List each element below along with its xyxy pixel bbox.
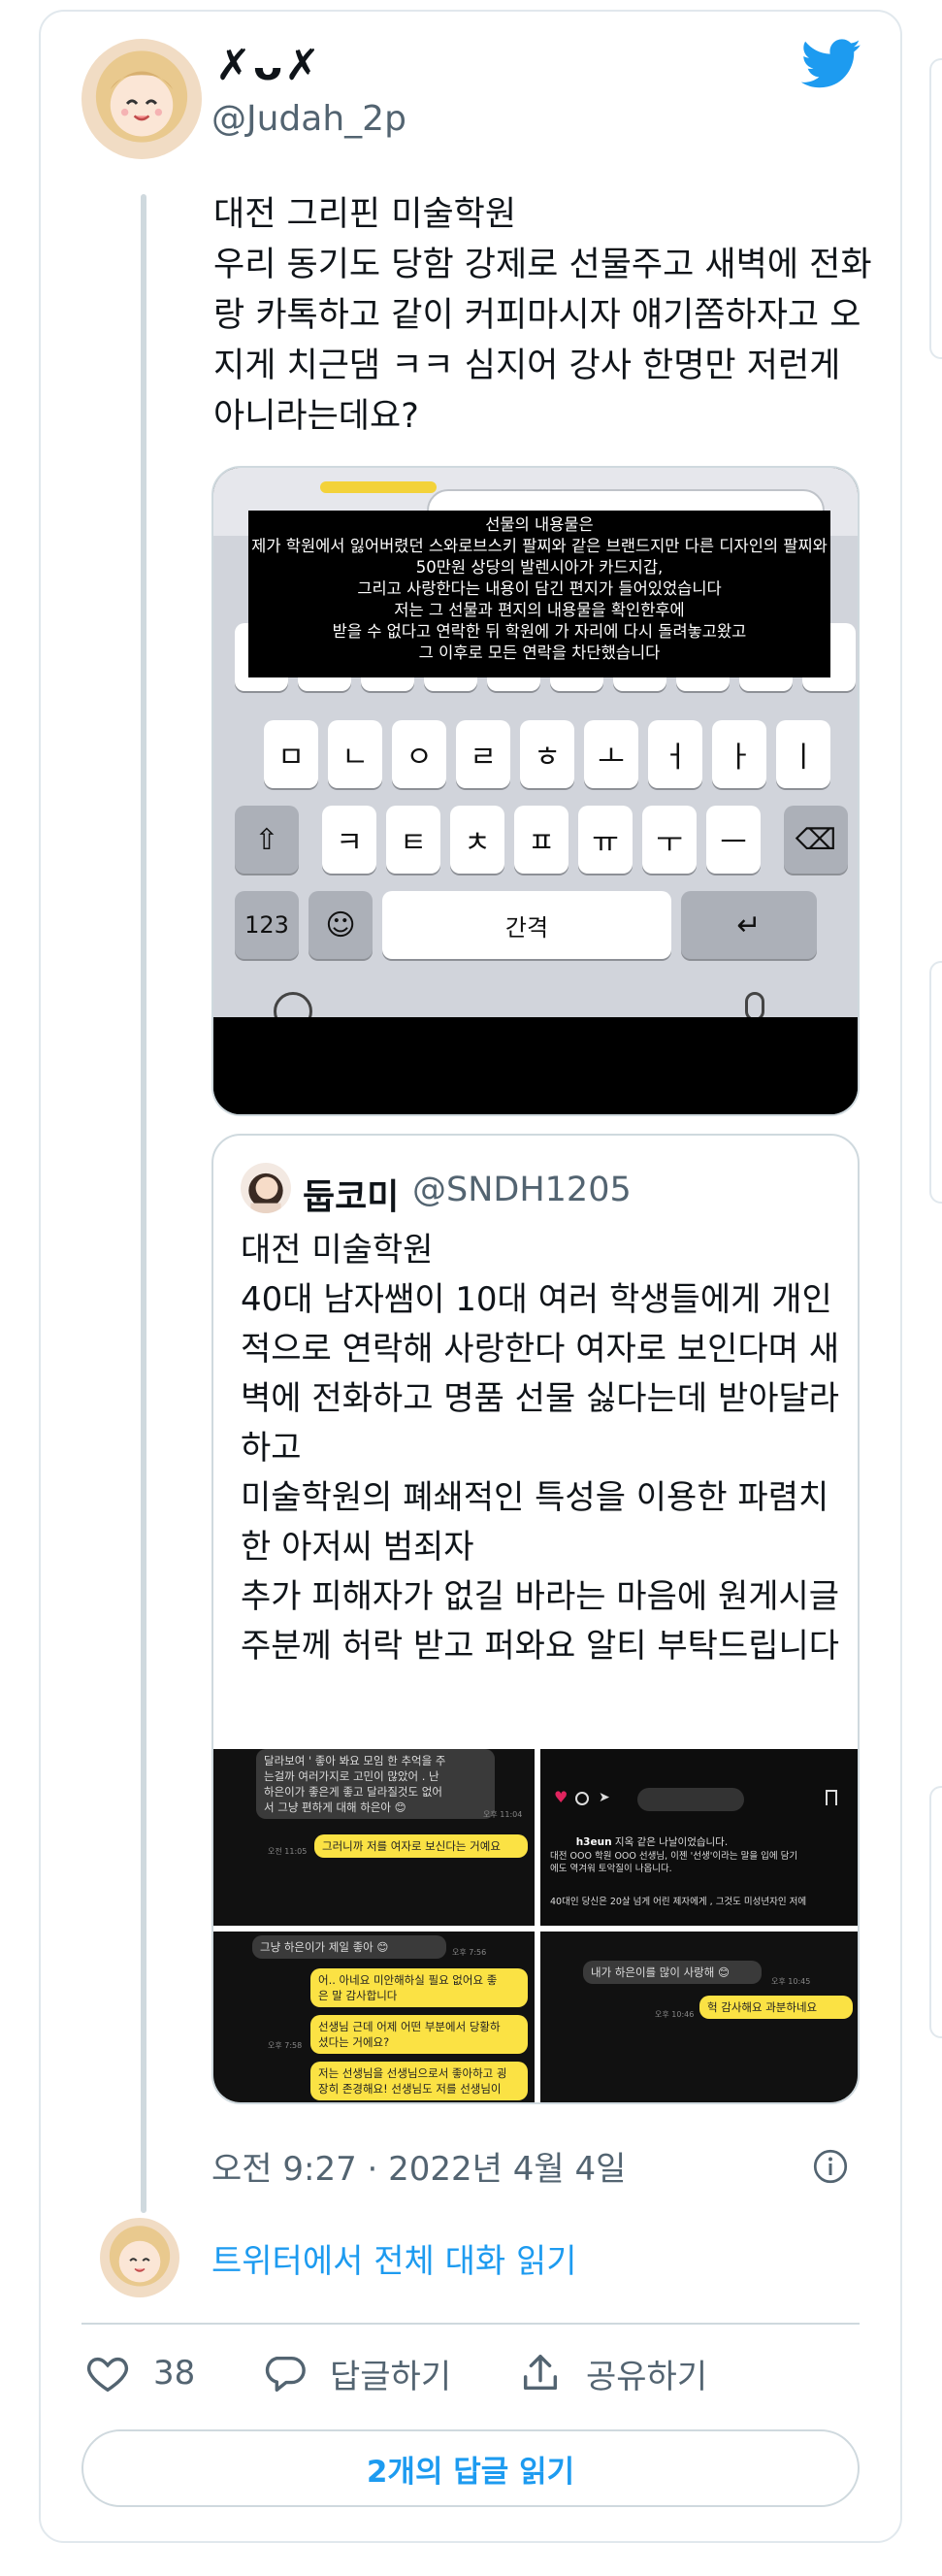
instagram-username: h3eun <box>575 1836 612 1848</box>
emoji-key: ☺ <box>309 891 373 959</box>
caption-overlay: 선물의 내용물은 제가 학원에서 잃어버렸던 스와로브스키 팔찌와 같은 브랜드… <box>248 511 830 677</box>
key: ㅊ <box>450 806 504 874</box>
keyboard-screenshot: ㅁ ㄴ ㅇ ㄹ ㅎ ㅗ ㅓ ㅏ ㅣ ⇧ ㅋ ㅌ ㅊ ㅍ ㅠ ㅜ ㅡ ⌫ 123 … <box>213 468 858 1031</box>
quoted-display-name[interactable]: 둡코미 <box>303 1169 399 1219</box>
key: ㅣ <box>776 720 830 788</box>
read-full-conversation-link[interactable]: 트위터에서 전체 대화 읽기 <box>211 2234 577 2282</box>
chat-bubble-sent: 선생님 근데 어제 어떤 부분에서 당황하 셨다는 거에요? <box>310 2015 528 2054</box>
quoted-tweet[interactable]: 둡코미 @SNDH1205 대전 미술학원 40대 남자쌤이 10대 여러 학생… <box>211 1134 860 2104</box>
redacted-block <box>637 1788 744 1811</box>
next-card-edge <box>929 961 942 1204</box>
bookmark-icon <box>826 1790 837 1805</box>
chat-screenshot[interactable]: 달라보여 ' 좋아 봐요 모임 한 추억을 주 는걸까 여러가지로 고민이 많았… <box>213 1749 535 1926</box>
chat-bubble-sent: 저는 선생님을 선생님으로서 좋아하고 굉 장히 존경해요! 선생님도 저를 선… <box>310 2062 528 2100</box>
reply-icon <box>265 2356 306 2392</box>
key: ㅠ <box>578 806 633 874</box>
info-icon[interactable] <box>813 2149 848 2184</box>
key: ㅗ <box>584 720 638 788</box>
shift-key: ⇧ <box>235 806 299 874</box>
key: ㅁ <box>264 720 318 788</box>
key: ㅎ <box>520 720 574 788</box>
chat-bubble-received: 달라보여 ' 좋아 봐요 모임 한 추억을 주 는걸까 여러가지로 고민이 많았… <box>256 1749 495 1819</box>
avatar[interactable] <box>100 2218 179 2297</box>
read-replies-button[interactable]: 2개의 답글 읽기 <box>81 2429 860 2507</box>
space-key: 간격 <box>382 891 671 959</box>
quoted-handle[interactable]: @SNDH1205 <box>412 1171 632 1209</box>
reply-label: 답글하기 <box>330 2357 452 2396</box>
key: ㅡ <box>706 806 761 874</box>
chat-bubble-received: 내가 하은이를 많이 사랑해 😊 <box>583 1961 762 1984</box>
author-handle[interactable]: @Judah_2p <box>211 99 406 139</box>
key: ㅋ <box>322 806 376 874</box>
like-count: 38 <box>153 2354 196 2393</box>
chat-time: 오후 11:04 <box>483 1810 523 1819</box>
comment-icon <box>575 1792 589 1805</box>
twitter-bird-icon[interactable] <box>801 39 861 89</box>
number-key: 123 <box>235 891 299 959</box>
key: ㅌ <box>386 806 440 874</box>
chat-time: 오후 7:56 <box>452 1948 487 1957</box>
chat-screenshot[interactable]: 내가 하은이를 많이 사랑해 😊 오후 10:45 헉 감사해요 과분하네요 오… <box>540 1932 858 2102</box>
key: ㅓ <box>648 720 702 788</box>
key: ㄹ <box>456 720 510 788</box>
image-letterbox <box>213 1017 858 1114</box>
backspace-key: ⌫ <box>784 806 848 874</box>
divider <box>81 2323 860 2325</box>
reply-button[interactable]: 답글하기 <box>262 2347 451 2399</box>
instagram-screenshot[interactable]: ♥ ➤ h3eun 지옥 같은 나날이었습니다. 대전 OOO 학원 OOO 선… <box>540 1749 858 1926</box>
thread-line <box>141 194 146 2213</box>
chat-bubble-sent: 헉 감사해요 과분하네요 <box>699 1996 853 2019</box>
quoted-media-grid[interactable]: 달라보여 ' 좋아 봐요 모임 한 추억을 주 는걸까 여러가지로 고민이 많았… <box>213 1749 858 2102</box>
send-icon: ➤ <box>599 1790 610 1805</box>
key: ㅇ <box>392 720 446 788</box>
tweet-media-image[interactable]: ㅁ ㄴ ㅇ ㄹ ㅎ ㅗ ㅓ ㅏ ㅣ ⇧ ㅋ ㅌ ㅊ ㅍ ㅠ ㅜ ㅡ ⌫ 123 … <box>211 466 860 1116</box>
next-card-edge <box>929 58 942 359</box>
key: ㅍ <box>514 806 568 874</box>
tweet-timestamp[interactable]: 오전 9:27 · 2022년 4월 4일 <box>211 2142 626 2190</box>
key: ㄴ <box>328 720 382 788</box>
share-button[interactable]: 공유하기 <box>518 2347 707 2399</box>
key: ㅜ <box>642 806 697 874</box>
return-key: ↵ <box>681 891 817 959</box>
chat-bubble-sent: 어.. 아네요 미안해하실 필요 없어요 좋 은 말 감사합니다 <box>310 1968 528 2007</box>
post-text: 40대인 당신은 20살 넘게 어린 제자에게 , 그것도 미성년자인 저에 <box>550 1897 807 1907</box>
author-display-name[interactable]: ✗ᴗ✗ <box>215 41 322 90</box>
chat-screenshot[interactable]: 그냥 하은이가 제일 좋아 😊 오후 7:56 어.. 아네요 미안해하실 필요… <box>213 1932 535 2102</box>
tweet-text: 대전 그리핀 미술학원 우리 동기도 당함 강제로 선물주고 새벽에 전화랑 카… <box>213 195 872 436</box>
share-icon <box>523 2355 558 2391</box>
like-button[interactable]: 38 <box>85 2347 195 2399</box>
avatar[interactable] <box>81 39 202 159</box>
chat-time: 오후 10:46 <box>655 2010 695 2019</box>
heart-icon <box>86 2357 129 2393</box>
key: ㅏ <box>712 720 766 788</box>
post-text: 지옥 같은 나날이었습니다. <box>614 1836 729 1848</box>
heart-icon: ♥ <box>554 1788 568 1806</box>
chat-time: 오전 11:05 <box>268 1847 308 1856</box>
chat-time: 오후 7:58 <box>268 2041 303 2050</box>
share-label: 공유하기 <box>586 2357 708 2396</box>
highlight-bar <box>320 481 437 493</box>
chat-time: 오후 10:45 <box>771 1977 811 1986</box>
post-text: 대전 OOO 학원 OOO 선생님, 이젠 '선생'이라는 말을 입에 담기 에… <box>550 1851 798 1874</box>
quoted-avatar[interactable] <box>241 1163 291 1213</box>
chat-bubble-sent: 그러니까 저를 여자로 보신다는 거예요 <box>314 1834 528 1858</box>
next-card-edge <box>929 1786 942 2038</box>
chat-bubble-received: 그냥 하은이가 제일 좋아 😊 <box>252 1935 446 1959</box>
quoted-tweet-text: 대전 미술학원 40대 남자쌤이 10대 여러 학생들에게 개인적으로 연락해 … <box>241 1231 840 1666</box>
